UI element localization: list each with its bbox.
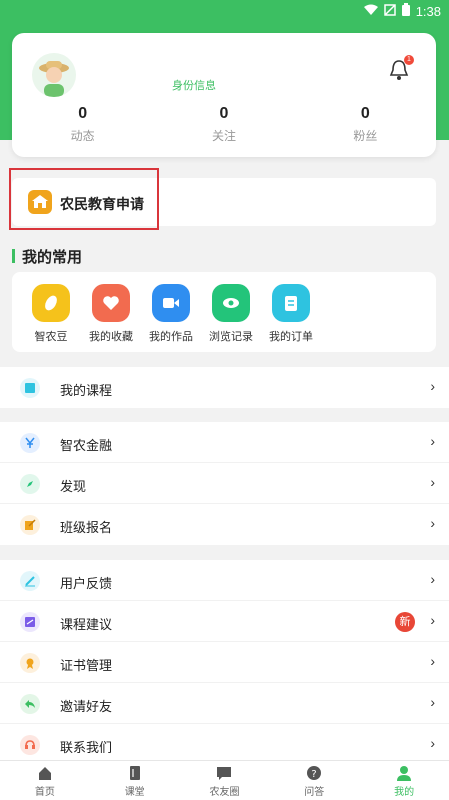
list-item-label: 班级报名 [60, 520, 113, 535]
list-item-certificates[interactable]: 证书管理 › [0, 642, 449, 683]
tab-label: 我的 [394, 787, 415, 798]
tile-history[interactable]: 浏览记录 [206, 284, 256, 344]
profile-stats: 0 动态 0 关注 0 粉丝 [12, 105, 436, 144]
clipboard-icon [272, 284, 310, 322]
stat-posts[interactable]: 0 动态 [12, 105, 153, 144]
list-item-label: 发现 [60, 479, 87, 494]
bean-icon [32, 284, 70, 322]
list-item-finance[interactable]: 智农金融 › [0, 422, 449, 463]
chevron-right-icon: › [430, 694, 435, 710]
question-icon: ? [306, 765, 322, 781]
avatar[interactable] [32, 53, 76, 97]
chevron-right-icon: › [430, 515, 435, 531]
tile-label: 浏览记录 [209, 331, 253, 343]
list-item-label: 用户反馈 [60, 576, 113, 591]
svg-text:?: ? [312, 769, 317, 780]
share-icon [20, 694, 40, 714]
highlight-frame [9, 168, 159, 230]
new-badge: 新 [395, 612, 415, 632]
medal-icon [20, 653, 40, 673]
list-item-label: 证书管理 [60, 658, 113, 673]
list-item-discover[interactable]: 发现 › [0, 463, 449, 504]
note-icon [20, 612, 40, 632]
list-item-label: 课程建议 [60, 617, 113, 632]
tab-mine[interactable]: 我的 [359, 761, 449, 800]
chevron-right-icon: › [430, 571, 435, 587]
chevron-right-icon: › [430, 653, 435, 669]
bottom-tab-bar: 首页 课堂 农友圈 ? 问答 我的 [0, 760, 449, 800]
common-section-title: 我的常用 [12, 246, 82, 267]
chevron-right-icon: › [430, 474, 435, 490]
stat-value: 0 [78, 105, 88, 122]
eye-icon [212, 284, 250, 322]
tile-zhinongdou[interactable]: 智农豆 [26, 284, 76, 344]
tab-classroom[interactable]: 课堂 [90, 761, 180, 800]
stat-followers[interactable]: 0 粉丝 [295, 105, 436, 144]
list-item-label: 我的课程 [60, 383, 113, 398]
tab-label: 课堂 [124, 787, 145, 798]
chevron-right-icon: › [430, 433, 435, 449]
headset-icon [20, 735, 40, 755]
list-item-label: 智农金融 [60, 438, 113, 453]
chevron-right-icon: › [430, 735, 435, 751]
tile-label: 我的作品 [149, 331, 193, 343]
tile-favorites[interactable]: 我的收藏 [86, 284, 136, 344]
edit-icon [20, 515, 40, 535]
stat-label: 关注 [211, 129, 236, 143]
battery-icon [401, 3, 410, 19]
tab-label: 首页 [34, 787, 55, 798]
list-item-course-suggestion[interactable]: 课程建议 新 › [0, 601, 449, 642]
wifi-icon [363, 4, 378, 19]
tab-home[interactable]: 首页 [0, 761, 90, 800]
tile-orders[interactable]: 我的订单 [266, 284, 316, 344]
stat-label: 粉丝 [353, 129, 378, 143]
stat-following[interactable]: 0 关注 [153, 105, 294, 144]
compass-icon [20, 474, 40, 494]
tile-works[interactable]: 我的作品 [146, 284, 196, 344]
list-item-my-courses[interactable]: 我的课程 › [0, 367, 449, 408]
stat-value: 0 [360, 105, 370, 122]
home-icon [37, 765, 53, 781]
status-time: 1:38 [415, 3, 441, 19]
signal-icon [383, 3, 396, 19]
tile-label: 我的订单 [269, 331, 313, 343]
pencil-icon [20, 571, 40, 591]
heart-icon [92, 284, 130, 322]
tile-label: 智农豆 [34, 331, 68, 343]
tab-label: 农友圈 [209, 787, 240, 798]
list-item-label: 联系我们 [60, 740, 113, 755]
yuan-icon [20, 433, 40, 453]
profile-card: 身份信息 1 0 动态 0 关注 0 粉丝 [12, 33, 436, 157]
notification-badge: 1 [404, 55, 414, 65]
tab-label: 问答 [304, 787, 325, 798]
stat-label: 动态 [70, 129, 95, 143]
list-item-class-signup[interactable]: 班级报名 › [0, 504, 449, 545]
video-icon [152, 284, 190, 322]
chat-icon [216, 765, 232, 781]
tab-farmer-circle[interactable]: 农友圈 [180, 761, 270, 800]
identity-info-link[interactable]: 身份信息 [172, 77, 216, 93]
list-group-services: 智农金融 › 发现 › 班级报名 › [0, 422, 449, 545]
list-item-invite-friends[interactable]: 邀请好友 › [0, 683, 449, 724]
status-bar: 1:38 [0, 0, 449, 22]
list-item-label: 邀请好友 [60, 699, 113, 714]
common-tools-card: 智农豆 我的收藏 我的作品 浏览记录 我的订单 [12, 272, 436, 352]
tile-label: 我的收藏 [89, 331, 133, 343]
stat-value: 0 [219, 105, 229, 122]
tab-qa[interactable]: ? 问答 [269, 761, 359, 800]
list-item-contact-us[interactable]: 联系我们 › [0, 724, 449, 765]
book-icon [20, 378, 40, 398]
list-group-support: 用户反馈 › 课程建议 新 › 证书管理 › 邀请好友 › 联系我们 › [0, 560, 449, 765]
user-icon [396, 765, 412, 781]
list-group-courses: 我的课程 › [0, 367, 449, 408]
chevron-right-icon: › [430, 378, 435, 394]
book-icon [127, 765, 143, 781]
chevron-right-icon: › [430, 612, 435, 628]
list-item-feedback[interactable]: 用户反馈 › [0, 560, 449, 601]
